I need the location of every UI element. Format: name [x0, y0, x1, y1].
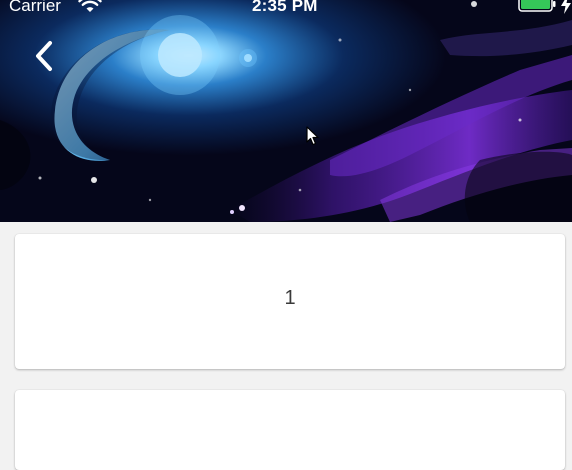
card-label: 1	[284, 287, 296, 309]
carrier-label: Carrier	[9, 0, 61, 15]
list-item[interactable]: 1	[15, 234, 565, 369]
bolt-icon	[561, 0, 571, 14]
chevron-left-icon	[36, 41, 52, 71]
header-image	[0, 0, 572, 222]
card-list[interactable]: 1	[0, 222, 572, 470]
battery-icon	[518, 0, 556, 12]
status-bar: Carrier 2:35 PM	[0, 0, 572, 18]
mouse-pointer-icon	[306, 126, 319, 146]
status-time: 2:35 PM	[252, 0, 318, 15]
wifi-icon	[78, 0, 102, 12]
back-button[interactable]	[28, 38, 60, 74]
list-item[interactable]	[15, 390, 565, 470]
